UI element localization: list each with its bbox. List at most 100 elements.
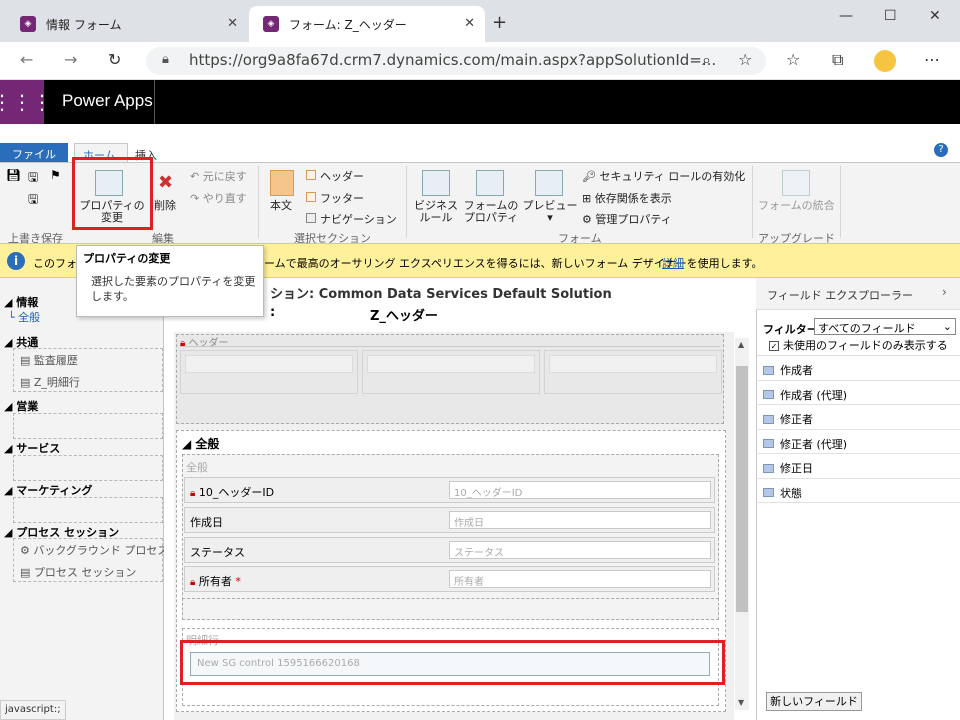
nav-head-info-label: 情報 xyxy=(16,296,39,309)
forward-icon[interactable]: → xyxy=(64,50,77,69)
close-icon[interactable]: ✕ xyxy=(227,16,238,31)
save-close-icon[interactable]: 🖫 xyxy=(28,190,38,211)
field-input[interactable]: 作成日 xyxy=(449,511,711,529)
save-as-icon[interactable]: 🖫 xyxy=(28,168,38,189)
minimize-icon[interactable]: — xyxy=(839,8,853,24)
header-cell[interactable] xyxy=(362,350,540,394)
browser-tab-2[interactable]: ◈ フォーム: Z_ヘッダー ✕ xyxy=(249,6,485,42)
nav-head-sales[interactable]: ◢ 営業 xyxy=(4,398,38,414)
new-tab-button[interactable]: + xyxy=(492,12,507,33)
field-input[interactable]: 10_ヘッダーID xyxy=(449,481,711,499)
field-name: 修正者 xyxy=(780,413,813,427)
lock-icon: 🔒︎ xyxy=(162,52,169,67)
nav-item-detail[interactable]: ▤ Z_明細行 xyxy=(20,374,80,390)
navigation-button[interactable]: ナビゲーション xyxy=(306,211,397,227)
nav-head-service-label: サービス xyxy=(16,442,61,455)
info-link[interactable]: 詳細 xyxy=(662,255,684,271)
list-item[interactable]: 作成者 (代理) xyxy=(756,381,960,405)
app-title[interactable]: Power Apps xyxy=(62,91,153,111)
tab-file[interactable]: ファイル xyxy=(0,143,68,163)
scrollbar-thumb[interactable] xyxy=(736,366,748,612)
undo-button[interactable]: ↶ 元に戻す xyxy=(190,168,247,184)
navigation-label: ナビゲーション xyxy=(320,213,397,226)
info-icon: i xyxy=(7,252,25,270)
help-icon[interactable]: ? xyxy=(934,143,948,157)
body-button[interactable]: 本文 xyxy=(270,200,292,212)
nav-head-sales-label: 営業 xyxy=(16,400,39,413)
field-name: 修正者 (代理) xyxy=(780,437,848,451)
list-item[interactable]: 作成者 xyxy=(756,356,960,381)
redo-button[interactable]: ↷ やり直す xyxy=(190,190,247,206)
chevron-right-icon[interactable]: › xyxy=(942,285,947,299)
refresh-icon[interactable]: ↻ xyxy=(108,50,121,69)
close-icon[interactable]: ✕ xyxy=(464,16,475,31)
save-icon[interactable]: 💾︎ xyxy=(6,168,21,182)
favorites-list-icon[interactable]: ☆ xyxy=(786,50,800,69)
browser-tab-1[interactable]: ◈ 情報 フォーム ✕ xyxy=(6,6,248,42)
redo-label: やり直す xyxy=(202,192,247,205)
nav-head-marketing[interactable]: ◢ マーケティング xyxy=(4,482,92,498)
nav-item-audit[interactable]: ▤ 監査履歴 xyxy=(20,352,78,368)
favorite-icon[interactable]: ☆ xyxy=(738,50,752,69)
nav-item-background-label: バックグラウンド プロセス xyxy=(33,544,169,557)
app-launcher-icon[interactable]: ⋮⋮⋮ xyxy=(0,80,52,124)
more-icon[interactable]: ⋯ xyxy=(924,50,940,69)
preview-button[interactable]: プレビュー ▾ xyxy=(520,200,580,224)
nav-item-all[interactable]: └ 全般 xyxy=(8,309,40,325)
scroll-down-icon[interactable]: ▼ xyxy=(738,698,744,707)
dependencies-button[interactable]: ⊞ 依存関係を表示 xyxy=(582,190,672,206)
field-list: 作成者 作成者 (代理) 修正者 修正者 (代理) 修正日 状態 xyxy=(756,355,960,503)
list-item[interactable]: 修正者 (代理) xyxy=(756,430,960,454)
footer-button[interactable]: フッター xyxy=(306,190,364,206)
filter-select[interactable]: すべてのフィールド ⌄ xyxy=(814,318,956,335)
dependencies-label: 依存関係を表示 xyxy=(594,192,672,205)
delete-icon: ✖ xyxy=(158,172,174,193)
tab-title: フォーム: Z_ヘッダー xyxy=(289,17,407,32)
tooltip-body: 選択した要素のプロパティを変更します。 xyxy=(91,275,256,303)
header-label: ヘッダー xyxy=(320,170,364,183)
chevron-down-icon: ⌄ xyxy=(942,320,952,333)
collections-icon[interactable]: ⧉ xyxy=(832,50,843,70)
business-rule-button[interactable]: ビジネス ルール xyxy=(412,200,460,224)
managed-properties-button[interactable]: ⚙ 管理プロパティ xyxy=(582,211,672,227)
list-item[interactable]: 修正者 xyxy=(756,405,960,430)
zoom-icon[interactable]: ⌕ xyxy=(702,50,711,70)
empty-section-slot[interactable] xyxy=(182,598,719,620)
nav-head-info[interactable]: ◢ 情報 xyxy=(4,294,38,310)
list-item[interactable]: 状態 xyxy=(756,479,960,503)
field-input[interactable]: ステータス xyxy=(449,541,711,559)
general-tab-header[interactable]: ◢ 全般 xyxy=(182,435,219,452)
header-cell[interactable] xyxy=(180,350,358,394)
merge-forms-button[interactable]: フォームの統合 xyxy=(758,200,835,212)
field-icon xyxy=(763,414,774,424)
properties-tooltip: プロパティの変更 選択した要素のプロパティを変更します。 xyxy=(76,245,264,317)
header-button[interactable]: ヘッダー xyxy=(306,168,364,184)
security-roles-button[interactable]: 🔑︎ セキュリティ ロールの有効化 xyxy=(582,168,745,184)
lock-icon: 🔒︎ xyxy=(180,338,186,349)
field-input[interactable]: 所有者 xyxy=(449,570,711,588)
field-label: 作成日 xyxy=(190,516,223,529)
field-name: 状態 xyxy=(780,486,802,500)
nav-head-service[interactable]: ◢ サービス xyxy=(4,440,60,456)
maximize-icon[interactable]: ☐ xyxy=(884,8,897,24)
field-label-text: 10_ヘッダーID xyxy=(198,486,275,499)
form-properties-button[interactable]: フォームの プロパティ xyxy=(460,200,522,224)
new-field-button[interactable]: 新しいフィールド xyxy=(766,692,862,711)
nav-item-process-session[interactable]: ▤ プロセス セッション xyxy=(20,564,136,580)
field-label: 🔒︎ 10_ヘッダーID xyxy=(190,484,274,500)
back-icon[interactable]: ← xyxy=(20,50,33,69)
field-name: 修正日 xyxy=(780,462,813,476)
filter-value: すべてのフィールド xyxy=(818,322,916,335)
unused-only-checkbox[interactable]: ✓ 未使用のフィールドのみ表示する xyxy=(769,337,948,353)
publish-icon[interactable]: ⚑ xyxy=(50,168,61,182)
scroll-up-icon[interactable]: ▲ xyxy=(738,340,744,349)
field-label: ステータス xyxy=(190,546,245,559)
profile-avatar[interactable] xyxy=(874,50,896,72)
ribbon-separator xyxy=(258,166,259,238)
list-item[interactable]: 修正日 xyxy=(756,454,960,479)
nav-item-background[interactable]: ⚙ バックグラウンド プロセス xyxy=(20,542,168,558)
header-cell[interactable] xyxy=(544,350,722,394)
delete-button[interactable]: 削除 xyxy=(154,200,176,212)
close-window-icon[interactable]: ✕ xyxy=(929,8,941,24)
preview-icon xyxy=(535,170,563,199)
